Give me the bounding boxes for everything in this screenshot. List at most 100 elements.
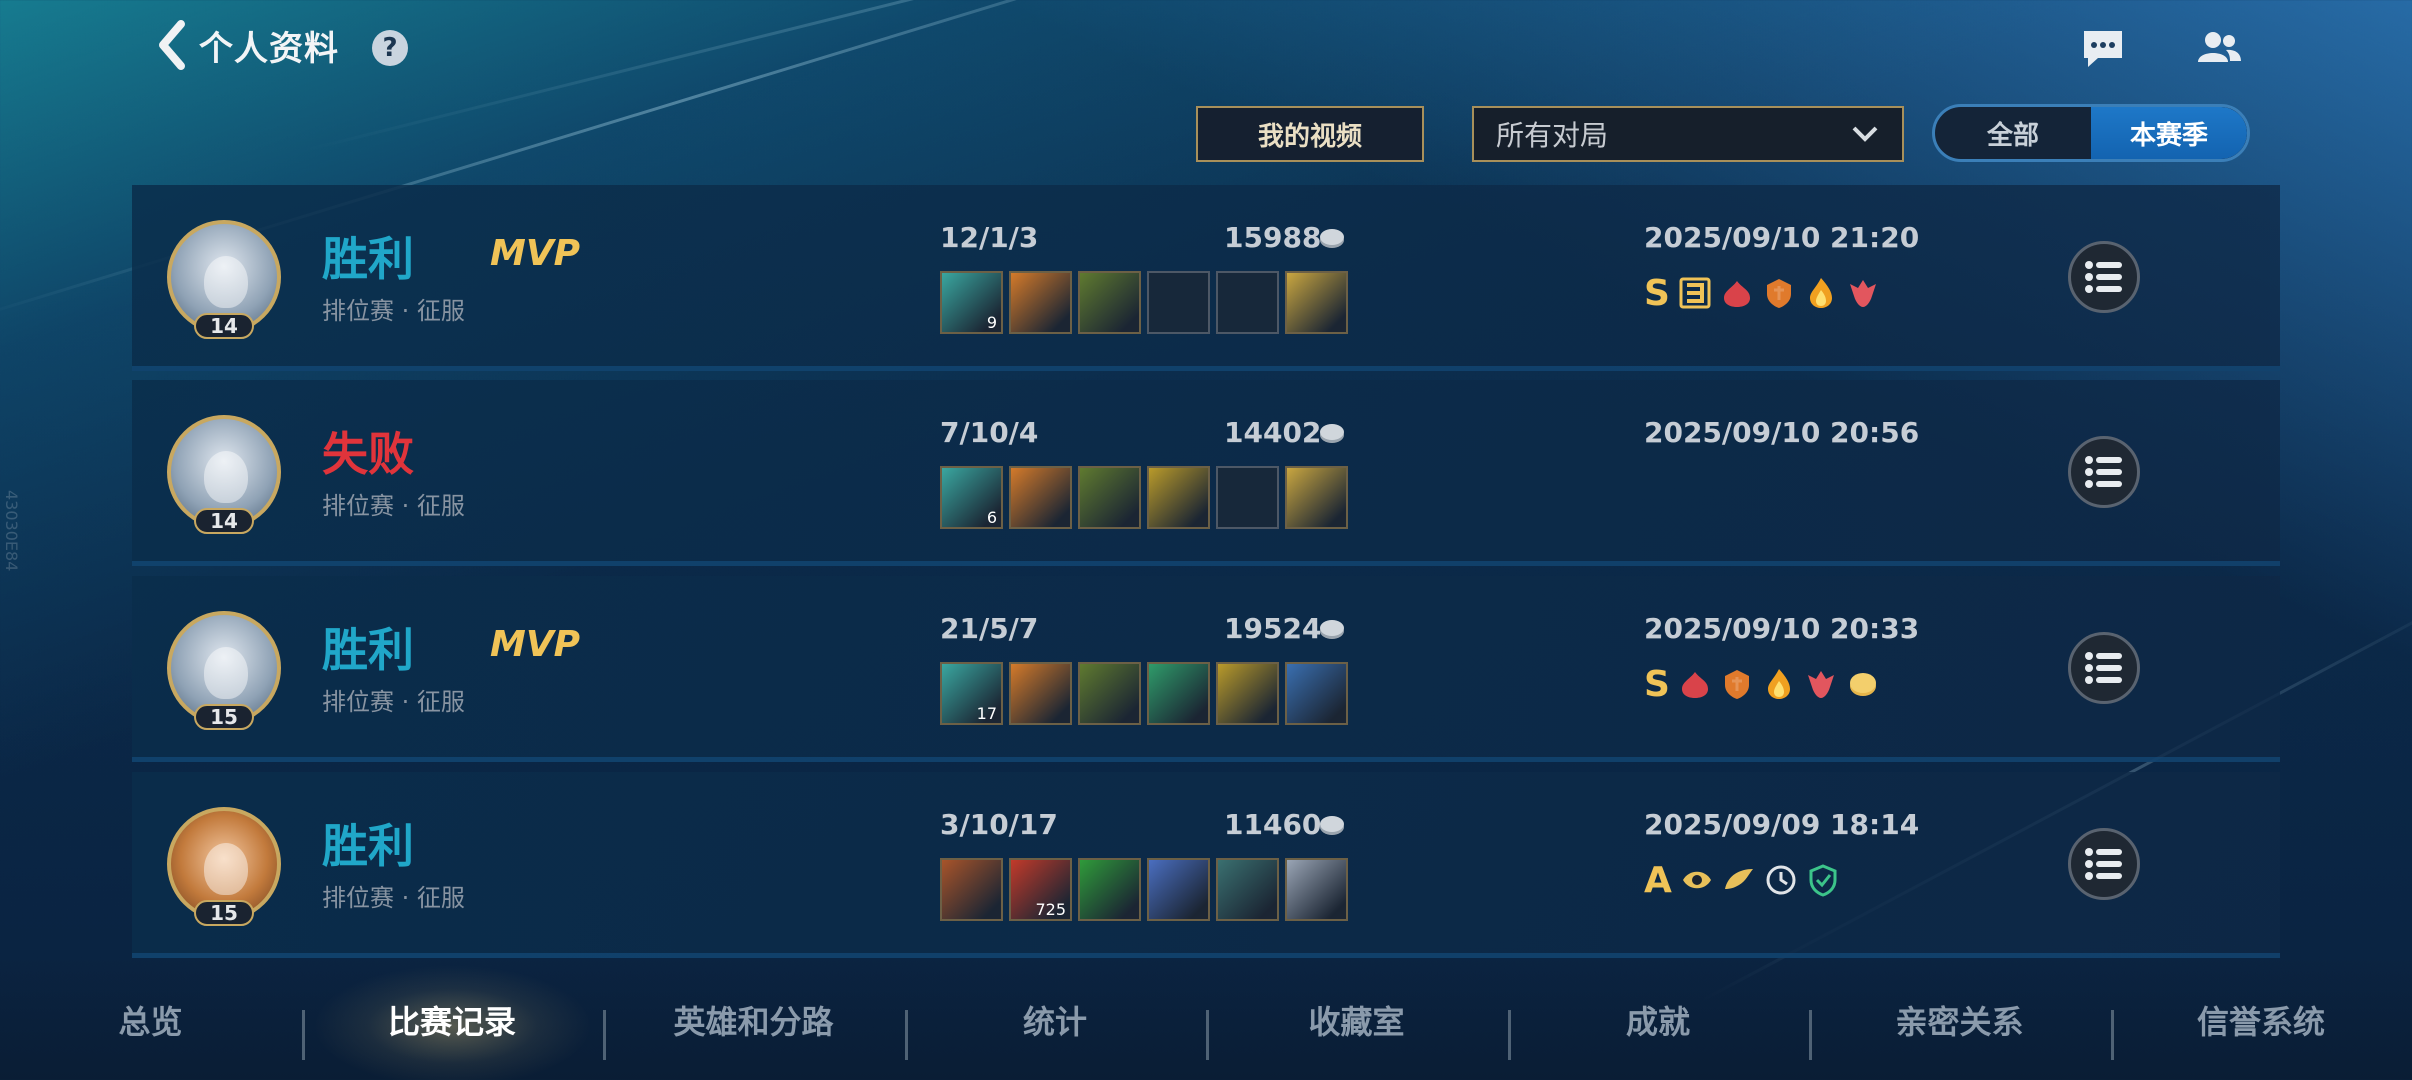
nav-tab[interactable]: 英雄和分路 — [603, 960, 904, 1080]
gold-coin-icon — [1320, 424, 1344, 443]
match-row[interactable]: 15 胜利 MVP 排位赛 · 征服 21/5/7 19524 17 2025/… — [132, 576, 2280, 762]
hero-level-badge: 15 — [194, 704, 254, 730]
match-detail-button[interactable] — [2068, 436, 2140, 508]
dragon-badge — [1846, 276, 1880, 310]
chevron-left-icon — [159, 20, 185, 70]
hero-level-badge: 15 — [194, 900, 254, 926]
chat-icon[interactable] — [2080, 28, 2126, 70]
kda-value: 21/5/7 — [940, 612, 1039, 645]
item-list: 17 — [940, 662, 1348, 725]
match-detail-button[interactable] — [2068, 828, 2140, 900]
grade-label: S — [1644, 272, 1670, 314]
match-detail-button[interactable] — [2068, 632, 2140, 704]
item-slot-empty — [1216, 271, 1279, 334]
match-time: 2025/09/09 18:14 — [1644, 808, 1920, 841]
page-title: 个人资料 — [199, 28, 339, 69]
nav-tab[interactable]: 总览 — [0, 960, 301, 1080]
item-count: 725 — [1035, 900, 1066, 919]
item-icon — [1285, 466, 1348, 529]
gold-coin-icon — [1320, 229, 1344, 248]
dragon-badge — [1804, 667, 1838, 701]
nav-tab[interactable]: 比赛记录 — [301, 960, 603, 1080]
match-row[interactable]: 15 胜利 排位赛 · 征服 3/10/17 11460 725 2025/09… — [132, 772, 2280, 958]
match-detail-button[interactable] — [2068, 241, 2140, 313]
achievement-badges: S — [1644, 271, 1880, 315]
nav-tab[interactable]: 统计 — [905, 960, 1206, 1080]
item-icon: 6 — [940, 466, 1003, 529]
item-icon — [1078, 271, 1141, 334]
item-slot-empty — [1216, 466, 1279, 529]
gold-coin-icon — [1320, 620, 1344, 639]
match-result: 失败 — [322, 427, 414, 481]
guard-badge — [1806, 863, 1840, 897]
match-filter-select[interactable]: 所有对局 — [1472, 106, 1904, 162]
nav-divider — [904, 1010, 908, 1060]
wing-badge — [1722, 863, 1756, 897]
item-icon — [1216, 858, 1279, 921]
watermark-id: 43030E84 — [2, 490, 21, 572]
nav-divider — [1809, 1010, 1812, 1060]
nav-divider — [603, 1010, 606, 1060]
toggle-all[interactable]: 全部 — [1935, 107, 2091, 159]
item-icon — [1285, 662, 1348, 725]
gold-coin-icon — [1320, 816, 1344, 835]
item-icon — [940, 858, 1003, 921]
flame-badge — [1720, 276, 1754, 310]
item-icon — [1009, 466, 1072, 529]
eye-badge — [1680, 863, 1714, 897]
gold-value: 15988 — [1224, 221, 1322, 254]
kda-value: 7/10/4 — [940, 416, 1039, 449]
mvp-label: MVP — [490, 624, 581, 665]
shield-badge — [1720, 667, 1754, 701]
item-icon — [1078, 662, 1141, 725]
achievement-badges: A — [1644, 858, 1840, 902]
item-slot-empty — [1147, 271, 1210, 334]
match-time: 2025/09/10 20:33 — [1644, 612, 1920, 645]
match-result: 胜利 — [322, 819, 414, 873]
item-list: 725 — [940, 858, 1348, 921]
grade-label: S — [1644, 663, 1670, 705]
match-mode: 排位赛 · 征服 — [322, 297, 465, 325]
nav-tab[interactable]: 亲密关系 — [1809, 960, 2110, 1080]
nav-tab[interactable]: 成就 — [1508, 960, 1809, 1080]
match-mode: 排位赛 · 征服 — [322, 884, 465, 912]
coin-badge — [1846, 667, 1880, 701]
flame-badge — [1678, 667, 1712, 701]
nav-tab[interactable]: 信誉系统 — [2111, 960, 2412, 1080]
item-icon — [1285, 858, 1348, 921]
item-icon — [1147, 466, 1210, 529]
item-icon — [1285, 271, 1348, 334]
nav-divider — [1507, 1010, 1511, 1060]
match-row[interactable]: 14 胜利 MVP 排位赛 · 征服 12/1/3 15988 9 2025/0… — [132, 185, 2280, 371]
match-result: 胜利 — [322, 232, 414, 286]
match-result: 胜利 — [322, 623, 414, 677]
match-row[interactable]: 14 失败 排位赛 · 征服 7/10/4 14402 6 2025/09/10… — [132, 380, 2280, 566]
item-count: 17 — [976, 704, 997, 723]
match-mode: 排位赛 · 征服 — [322, 688, 465, 716]
season-toggle[interactable]: 全部 本赛季 — [1932, 104, 2250, 162]
kda-value: 3/10/17 — [940, 808, 1058, 841]
hero-level-badge: 14 — [194, 313, 254, 339]
clock-badge — [1764, 863, 1798, 897]
my-videos-button[interactable]: 我的视频 — [1196, 106, 1424, 162]
toggle-current-season[interactable]: 本赛季 — [2091, 107, 2247, 159]
friends-icon[interactable] — [2196, 28, 2242, 70]
nav-divider — [1206, 1010, 1209, 1060]
back-button[interactable]: 个人资料 — [155, 20, 339, 70]
item-count: 6 — [986, 508, 997, 527]
three-kill-badge — [1678, 276, 1712, 310]
item-icon: 9 — [940, 271, 1003, 334]
item-icon — [1216, 662, 1279, 725]
fire-badge — [1804, 276, 1838, 310]
item-icon — [1078, 858, 1141, 921]
item-icon: 17 — [940, 662, 1003, 725]
nav-tab[interactable]: 收藏室 — [1206, 960, 1507, 1080]
gold-value: 14402 — [1224, 416, 1322, 449]
item-list: 9 — [940, 271, 1348, 334]
kda-value: 12/1/3 — [940, 221, 1039, 254]
fire-badge — [1762, 667, 1796, 701]
item-icon — [1009, 662, 1072, 725]
help-icon[interactable]: ? — [372, 30, 408, 66]
list-icon — [2085, 261, 2122, 293]
list-icon — [2085, 848, 2122, 880]
